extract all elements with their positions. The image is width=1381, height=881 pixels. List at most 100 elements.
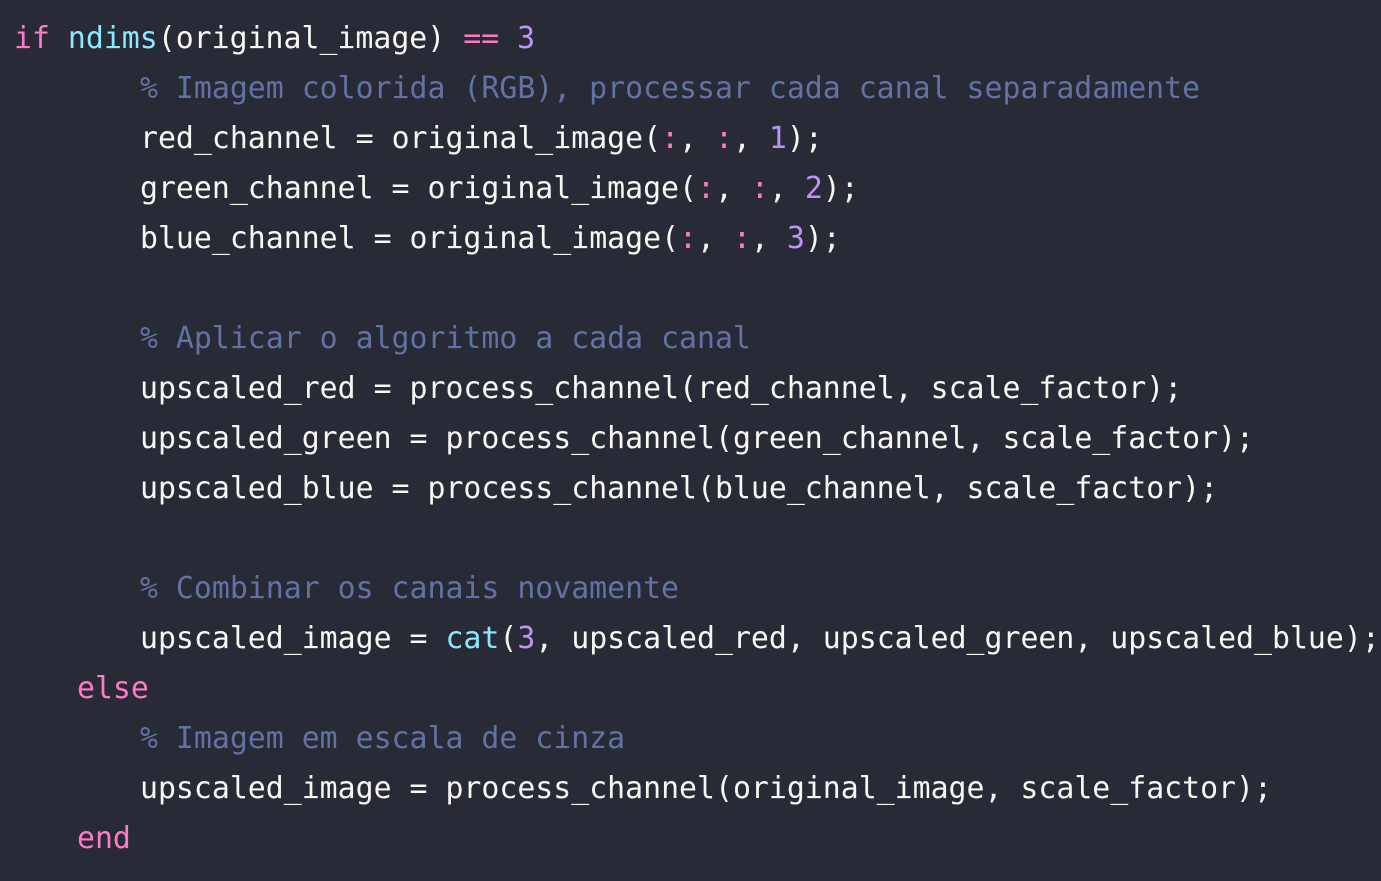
code-token-ident: red_channel — [140, 121, 338, 156]
code-token-punct: ); — [1343, 621, 1380, 656]
code-token-ident: blue_channel — [714, 471, 931, 506]
code-token-punct: ); — [786, 121, 823, 156]
code-line[interactable]: upscaled_image = process_channel(origina… — [140, 764, 1272, 814]
code-token-punct: , — [697, 221, 733, 256]
code-line[interactable]: % Aplicar o algoritmo a cada canal — [140, 314, 751, 364]
code-line[interactable]: green_channel = original_image(:, :, 2); — [140, 164, 859, 214]
code-token-punct: ( — [157, 21, 176, 56]
code-token-text: = — [355, 371, 410, 406]
code-token-punct: , — [679, 121, 715, 156]
code-token-number: 1 — [768, 121, 787, 156]
code-token-comment: % Combinar os canais novamente — [140, 571, 680, 606]
code-token-builtin: ndims — [67, 21, 158, 56]
code-line[interactable]: red_channel = original_image(:, :, 1); — [140, 114, 823, 164]
code-token-keyword: end — [77, 821, 131, 856]
code-token-ident: upscaled_green — [140, 421, 392, 456]
code-token-text: = — [391, 421, 446, 456]
code-token-text: = — [373, 171, 428, 206]
code-token-text: = — [391, 771, 446, 806]
code-token-number: 3 — [786, 221, 805, 256]
code-token-text: = — [355, 221, 410, 256]
code-token-punct: , — [894, 371, 931, 406]
code-token-colon: : — [697, 171, 715, 206]
code-token-punct: , — [1074, 621, 1111, 656]
code-token-punct: ); — [1146, 371, 1183, 406]
code-token-ident: scale_factor — [930, 371, 1147, 406]
code-token-ident: original_image — [427, 171, 680, 206]
code-line[interactable]: upscaled_green = process_channel(green_c… — [140, 414, 1254, 464]
code-token-punct: ( — [661, 221, 680, 256]
code-token-keyword: if — [14, 21, 50, 56]
code-token-ident: original_image — [175, 21, 428, 56]
code-token-punct: ); — [1236, 771, 1272, 806]
code-token-punct: ); — [822, 171, 859, 206]
code-line[interactable]: if ndims(original_image) == 3 — [14, 14, 535, 64]
code-editor[interactable]: if ndims(original_image) == 3% Imagem co… — [0, 0, 1381, 881]
code-line[interactable]: else — [77, 664, 149, 714]
code-token-punct: , — [984, 771, 1021, 806]
code-token-comment: % Imagem em escala de cinza — [140, 721, 626, 756]
code-token-punct: , — [714, 171, 751, 206]
code-line[interactable]: upscaled_red = process_channel(red_chann… — [140, 364, 1182, 414]
code-token-punct: ( — [714, 771, 733, 806]
code-token-ident: original_image — [732, 771, 985, 806]
code-token-ident: red_channel — [697, 371, 895, 406]
code-token-ident: scale_factor — [1020, 771, 1237, 806]
code-token-punct: , — [966, 421, 1003, 456]
code-token-builtin: cat — [445, 621, 500, 656]
code-token-ident: green_channel — [732, 421, 967, 456]
code-token-ident: original_image — [409, 221, 662, 256]
code-token-punct: ( — [697, 471, 715, 506]
code-token-ident: original_image — [391, 121, 644, 156]
code-token-punct: ( — [499, 621, 518, 656]
code-token-ident: process_channel — [445, 771, 715, 806]
code-token-punct: , — [768, 171, 805, 206]
code-token-punct: , — [732, 121, 769, 156]
code-line[interactable]: end — [77, 814, 131, 864]
code-token-punct: ( — [714, 421, 733, 456]
code-token-colon: : — [679, 221, 698, 256]
code-token-text: = — [373, 471, 428, 506]
code-token-ident: upscaled_blue — [140, 471, 374, 506]
code-token-punct: ( — [679, 171, 697, 206]
code-token-ident: process_channel — [427, 471, 697, 506]
code-token-punct: ( — [679, 371, 698, 406]
code-token-ident: upscaled_green — [822, 621, 1075, 656]
code-token-punct: ); — [1182, 471, 1219, 506]
code-token-text: = — [391, 621, 446, 656]
code-token-number: 3 — [517, 21, 536, 56]
code-token-ident: scale_factor — [966, 471, 1183, 506]
code-line[interactable]: upscaled_image = cat(3, upscaled_red, up… — [140, 614, 1380, 664]
code-token-operator: == — [463, 21, 500, 56]
code-token-ident: green_channel — [140, 171, 374, 206]
code-token-punct: , — [750, 221, 787, 256]
code-token-colon: : — [750, 171, 769, 206]
code-line[interactable]: blue_channel = original_image(:, :, 3); — [140, 214, 841, 264]
code-token-punct: ( — [643, 121, 662, 156]
code-token-colon: : — [714, 121, 733, 156]
code-token-ident: process_channel — [409, 371, 680, 406]
code-line[interactable]: % Imagem em escala de cinza — [140, 714, 625, 764]
code-token-ident: upscaled_image — [140, 771, 392, 806]
code-line[interactable]: % Imagem colorida (RGB), processar cada … — [140, 64, 1200, 114]
code-token-punct: ); — [1218, 421, 1255, 456]
code-token-ident: scale_factor — [1002, 421, 1219, 456]
code-token-text: = — [337, 121, 392, 156]
code-token-punct: ) — [427, 21, 446, 56]
code-line[interactable]: upscaled_blue = process_channel(blue_cha… — [140, 464, 1218, 514]
code-token-ident: upscaled_image — [140, 621, 392, 656]
code-token-colon: : — [732, 221, 751, 256]
code-token-number: 3 — [517, 621, 536, 656]
code-token-colon: : — [661, 121, 680, 156]
code-line[interactable]: % Combinar os canais novamente — [140, 564, 679, 614]
code-token-keyword: else — [77, 671, 149, 706]
code-token-comment: % Imagem colorida (RGB), processar cada … — [140, 71, 1201, 106]
code-token-punct: ); — [804, 221, 841, 256]
code-token-punct: , — [930, 471, 967, 506]
code-token-ident: upscaled_red — [140, 371, 356, 406]
code-token-comment: % Aplicar o algoritmo a cada canal — [140, 321, 751, 356]
code-token-number: 2 — [804, 171, 823, 206]
